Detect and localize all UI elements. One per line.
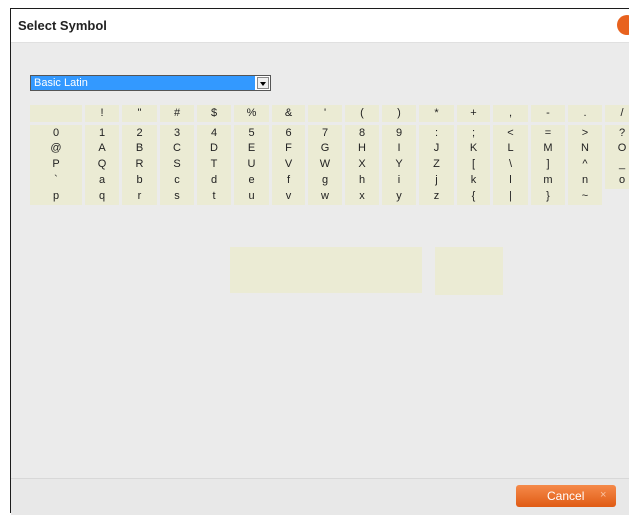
symbol-cell[interactable]: Y (382, 156, 416, 173)
symbol-cell[interactable]: * (419, 105, 454, 122)
symbol-cell[interactable]: Q (85, 156, 119, 173)
symbol-cell[interactable]: o (605, 172, 629, 189)
symbol-cell[interactable]: j (419, 172, 454, 189)
symbol-cell[interactable]: { (457, 188, 490, 205)
symbol-cell[interactable]: # (160, 105, 194, 122)
symbol-cell[interactable]: k (457, 172, 490, 189)
dialog-footer: Cancel × (11, 478, 629, 515)
symbol-cell[interactable]: [ (457, 156, 490, 173)
charset-select-value: Basic Latin (31, 76, 255, 90)
symbol-cell[interactable]: @ (30, 140, 82, 157)
symbol-cell[interactable]: u (234, 188, 269, 205)
symbol-cell[interactable]: J (419, 140, 454, 157)
cancel-button-label: Cancel (547, 489, 585, 503)
symbol-cell[interactable]: E (234, 140, 269, 157)
symbol-cell[interactable]: ~ (568, 188, 602, 205)
symbol-cell[interactable]: O (605, 140, 629, 157)
symbol-cell[interactable]: g (308, 172, 342, 189)
symbol-cell[interactable]: B (122, 140, 157, 157)
symbol-cell[interactable]: K (457, 140, 490, 157)
symbol-cell[interactable]: t (197, 188, 231, 205)
symbol-cell[interactable]: - (531, 105, 565, 122)
symbol-cell[interactable]: A (85, 140, 119, 157)
symbol-preview (230, 247, 422, 293)
symbol-cell[interactable]: \ (493, 156, 528, 173)
symbol-cell[interactable]: N (568, 140, 602, 157)
symbol-cell[interactable]: l (493, 172, 528, 189)
symbol-cell[interactable]: Z (419, 156, 454, 173)
symbol-cell[interactable]: | (493, 188, 528, 205)
symbol-cell[interactable]: c (160, 172, 194, 189)
symbol-cell[interactable]: w (308, 188, 342, 205)
symbol-cell[interactable]: _ (605, 156, 629, 173)
symbol-cell[interactable]: , (493, 105, 528, 122)
window-frame: Select Symbol Basic Latin ! " # $% & '() * +, -.… (0, 0, 629, 515)
symbol-cell[interactable]: p (30, 188, 82, 205)
symbol-cell[interactable]: s (160, 188, 194, 205)
close-icon[interactable] (617, 15, 629, 35)
symbol-cell[interactable]: V (272, 156, 305, 173)
symbol-cell[interactable]: y (382, 188, 416, 205)
symbol-cell[interactable]: T (197, 156, 231, 173)
symbol-cell[interactable] (30, 105, 82, 122)
symbol-cell[interactable]: h (345, 172, 379, 189)
symbol-cell[interactable]: R (122, 156, 157, 173)
symbol-cell[interactable]: W (308, 156, 342, 173)
symbol-cell[interactable]: n (568, 172, 602, 189)
symbol-cell[interactable]: F (272, 140, 305, 157)
symbol-cell[interactable]: ) (382, 105, 416, 122)
symbol-cell[interactable]: ! (85, 105, 119, 122)
symbol-cell[interactable]: q (85, 188, 119, 205)
symbol-cell[interactable]: U (234, 156, 269, 173)
symbol-cell[interactable]: L (493, 140, 528, 157)
close-icon: × (600, 489, 607, 501)
symbol-cell[interactable]: e (234, 172, 269, 189)
symbol-cell[interactable]: I (382, 140, 416, 157)
charset-select[interactable]: Basic Latin (30, 75, 271, 91)
symbol-cell[interactable]: v (272, 188, 305, 205)
dialog-title: Select Symbol (18, 18, 107, 33)
symbol-cell[interactable]: . (568, 105, 602, 122)
chevron-down-icon[interactable] (257, 77, 269, 89)
symbol-cell[interactable]: ' (308, 105, 342, 122)
select-symbol-dialog: Select Symbol Basic Latin ! " # $% & '() * +, -.… (10, 8, 629, 515)
symbol-cell[interactable]: % (234, 105, 269, 122)
symbol-cell[interactable]: G (308, 140, 342, 157)
symbol-cell[interactable]: P (30, 156, 82, 173)
symbol-code-preview (435, 247, 503, 295)
symbol-cell[interactable]: H (345, 140, 379, 157)
symbol-cell[interactable]: M (531, 140, 565, 157)
symbol-cell[interactable]: } (531, 188, 565, 205)
symbol-cell[interactable]: ( (345, 105, 379, 122)
symbol-cell[interactable]: X (345, 156, 379, 173)
symbol-cell[interactable]: $ (197, 105, 231, 122)
symbol-cell[interactable]: ] (531, 156, 565, 173)
symbol-cell[interactable]: x (345, 188, 379, 205)
cancel-button[interactable]: Cancel × (516, 485, 616, 507)
symbol-cell[interactable]: & (272, 105, 305, 122)
symbol-cell[interactable]: r (122, 188, 157, 205)
symbol-cell[interactable]: S (160, 156, 194, 173)
symbol-cell[interactable]: m (531, 172, 565, 189)
symbol-cell[interactable]: + (457, 105, 490, 122)
symbol-cell[interactable]: i (382, 172, 416, 189)
symbol-cell[interactable]: f (272, 172, 305, 189)
dialog-titlebar: Select Symbol (11, 9, 629, 43)
symbol-cell[interactable]: ` (30, 172, 82, 189)
symbol-cell[interactable]: d (197, 172, 231, 189)
symbol-cell[interactable]: ^ (568, 156, 602, 173)
symbol-cell[interactable]: a (85, 172, 119, 189)
dialog-content: Basic Latin ! " # $% & '() * +, -./0 1 2 3 4 5 6 7 8 9:; <… (11, 43, 629, 478)
symbol-cell[interactable]: / (605, 105, 629, 122)
symbol-cell[interactable]: D (197, 140, 231, 157)
symbol-cell[interactable]: b (122, 172, 157, 189)
symbol-cell[interactable]: " (122, 105, 157, 122)
symbol-cell[interactable]: z (419, 188, 454, 205)
symbol-cell[interactable]: C (160, 140, 194, 157)
